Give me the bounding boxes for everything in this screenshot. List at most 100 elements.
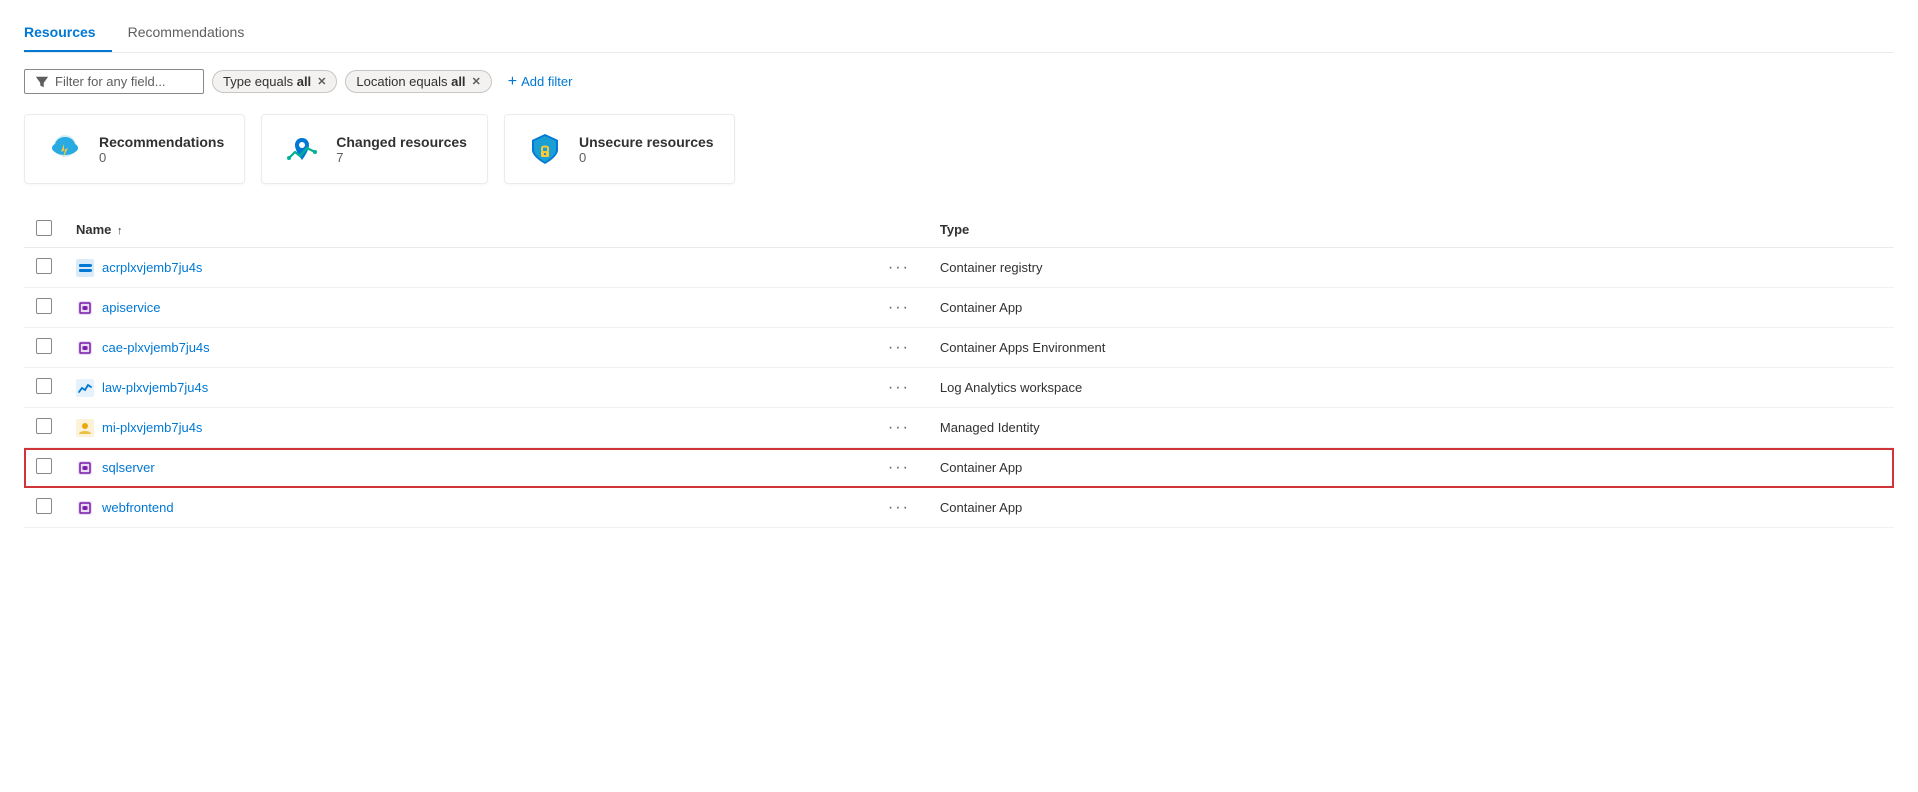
- row-checkbox[interactable]: [36, 498, 52, 514]
- resource-name-link[interactable]: mi-plxvjemb7ju4s: [102, 420, 202, 435]
- row-dots-cell: ···: [868, 328, 928, 368]
- recommendations-card-label: Recommendations: [99, 134, 224, 150]
- type-filter-close[interactable]: ✕: [317, 75, 326, 88]
- add-filter-label: Add filter: [521, 74, 572, 89]
- row-checkbox-cell: [24, 328, 64, 368]
- resource-name-link[interactable]: acrplxvjemb7ju4s: [102, 260, 202, 275]
- resource-icon: [76, 419, 94, 437]
- add-filter-button[interactable]: + Add filter: [500, 70, 581, 94]
- resource-name-link[interactable]: sqlserver: [102, 460, 155, 475]
- row-checkbox-cell: [24, 408, 64, 448]
- header-checkbox-col: [24, 212, 64, 248]
- row-type-cell: Container App: [928, 488, 1894, 528]
- tab-resources[interactable]: Resources: [24, 16, 112, 52]
- row-name-cell: law-plxvjemb7ju4s: [64, 368, 868, 408]
- row-name-cell: sqlserver: [64, 448, 868, 488]
- name-cell-content: acrplxvjemb7ju4s: [76, 259, 856, 277]
- resource-icon: [76, 259, 94, 277]
- unsecure-resources-card-label: Unsecure resources: [579, 134, 714, 150]
- row-checkbox[interactable]: [36, 338, 52, 354]
- table-row: mi-plxvjemb7ju4s ··· Managed Identity: [24, 408, 1894, 448]
- header-type-col[interactable]: Type: [928, 212, 1894, 248]
- row-checkbox-cell: [24, 288, 64, 328]
- row-dots-cell: ···: [868, 368, 928, 408]
- table-body: acrplxvjemb7ju4s ··· Container registry …: [24, 248, 1894, 528]
- name-cell-content: sqlserver: [76, 459, 856, 477]
- header-dots-col: [868, 212, 928, 248]
- row-checkbox[interactable]: [36, 458, 52, 474]
- type-filter-chip[interactable]: Type equals all ✕: [212, 70, 337, 93]
- unsecure-resources-card-icon: [525, 129, 565, 169]
- changed-resources-card-label: Changed resources: [336, 134, 467, 150]
- filter-icon: [35, 75, 49, 89]
- row-context-menu[interactable]: ···: [882, 337, 916, 358]
- row-context-menu[interactable]: ···: [882, 257, 916, 278]
- add-filter-plus-icon: +: [508, 73, 517, 91]
- summary-cards: Recommendations 0 Changed resources: [24, 114, 1894, 184]
- row-context-menu[interactable]: ···: [882, 497, 916, 518]
- unsecure-resources-card-count: 0: [579, 150, 714, 165]
- row-type-cell: Log Analytics workspace: [928, 368, 1894, 408]
- row-dots-cell: ···: [868, 288, 928, 328]
- recommendations-card-count: 0: [99, 150, 224, 165]
- location-filter-close[interactable]: ✕: [472, 75, 481, 88]
- row-dots-cell: ···: [868, 448, 928, 488]
- row-dots-cell: ···: [868, 408, 928, 448]
- table-header-row: Name ↑ Type: [24, 212, 1894, 248]
- recommendations-card-icon: [45, 129, 85, 169]
- row-checkbox-cell: [24, 368, 64, 408]
- changed-resources-card-text: Changed resources 7: [336, 134, 467, 165]
- name-cell-content: cae-plxvjemb7ju4s: [76, 339, 856, 357]
- row-type-cell: Managed Identity: [928, 408, 1894, 448]
- row-checkbox-cell: [24, 448, 64, 488]
- row-context-menu[interactable]: ···: [882, 457, 916, 478]
- row-checkbox[interactable]: [36, 418, 52, 434]
- recommendations-card-text: Recommendations 0: [99, 134, 224, 165]
- location-filter-label: Location equals all: [356, 74, 465, 89]
- tabs-bar: Resources Recommendations: [24, 16, 1894, 53]
- row-checkbox-cell: [24, 248, 64, 288]
- resource-icon: [76, 299, 94, 317]
- name-sort-icon: ↑: [117, 225, 123, 237]
- filter-placeholder: Filter for any field...: [55, 74, 166, 89]
- name-cell-content: webfrontend: [76, 499, 856, 517]
- resource-icon: [76, 339, 94, 357]
- row-type-cell: Container registry: [928, 248, 1894, 288]
- resource-name-link[interactable]: webfrontend: [102, 500, 174, 515]
- name-cell-content: apiservice: [76, 299, 856, 317]
- resource-name-link[interactable]: law-plxvjemb7ju4s: [102, 380, 208, 395]
- table-row: webfrontend ··· Container App: [24, 488, 1894, 528]
- recommendations-card[interactable]: Recommendations 0: [24, 114, 245, 184]
- table-row: law-plxvjemb7ju4s ··· Log Analytics work…: [24, 368, 1894, 408]
- row-checkbox[interactable]: [36, 378, 52, 394]
- tab-recommendations[interactable]: Recommendations: [128, 16, 261, 52]
- row-context-menu[interactable]: ···: [882, 297, 916, 318]
- row-name-cell: cae-plxvjemb7ju4s: [64, 328, 868, 368]
- row-type-cell: Container App: [928, 288, 1894, 328]
- row-name-cell: apiservice: [64, 288, 868, 328]
- resource-name-link[interactable]: cae-plxvjemb7ju4s: [102, 340, 210, 355]
- row-name-cell: acrplxvjemb7ju4s: [64, 248, 868, 288]
- row-dots-cell: ···: [868, 488, 928, 528]
- resource-icon: [76, 379, 94, 397]
- location-filter-chip[interactable]: Location equals all ✕: [345, 70, 491, 93]
- row-context-menu[interactable]: ···: [882, 417, 916, 438]
- row-type-cell: Container Apps Environment: [928, 328, 1894, 368]
- header-name-col[interactable]: Name ↑: [64, 212, 868, 248]
- name-col-label: Name: [76, 222, 111, 237]
- changed-resources-card-icon: [282, 129, 322, 169]
- unsecure-resources-card[interactable]: Unsecure resources 0: [504, 114, 735, 184]
- resource-name-link[interactable]: apiservice: [102, 300, 161, 315]
- filter-input-box[interactable]: Filter for any field...: [24, 69, 204, 94]
- name-cell-content: law-plxvjemb7ju4s: [76, 379, 856, 397]
- row-context-menu[interactable]: ···: [882, 377, 916, 398]
- row-dots-cell: ···: [868, 248, 928, 288]
- row-name-cell: webfrontend: [64, 488, 868, 528]
- select-all-checkbox[interactable]: [36, 220, 52, 236]
- changed-resources-card[interactable]: Changed resources 7: [261, 114, 488, 184]
- table-row: apiservice ··· Container App: [24, 288, 1894, 328]
- table-row: sqlserver ··· Container App: [24, 448, 1894, 488]
- row-checkbox[interactable]: [36, 258, 52, 274]
- table-row: acrplxvjemb7ju4s ··· Container registry: [24, 248, 1894, 288]
- row-checkbox[interactable]: [36, 298, 52, 314]
